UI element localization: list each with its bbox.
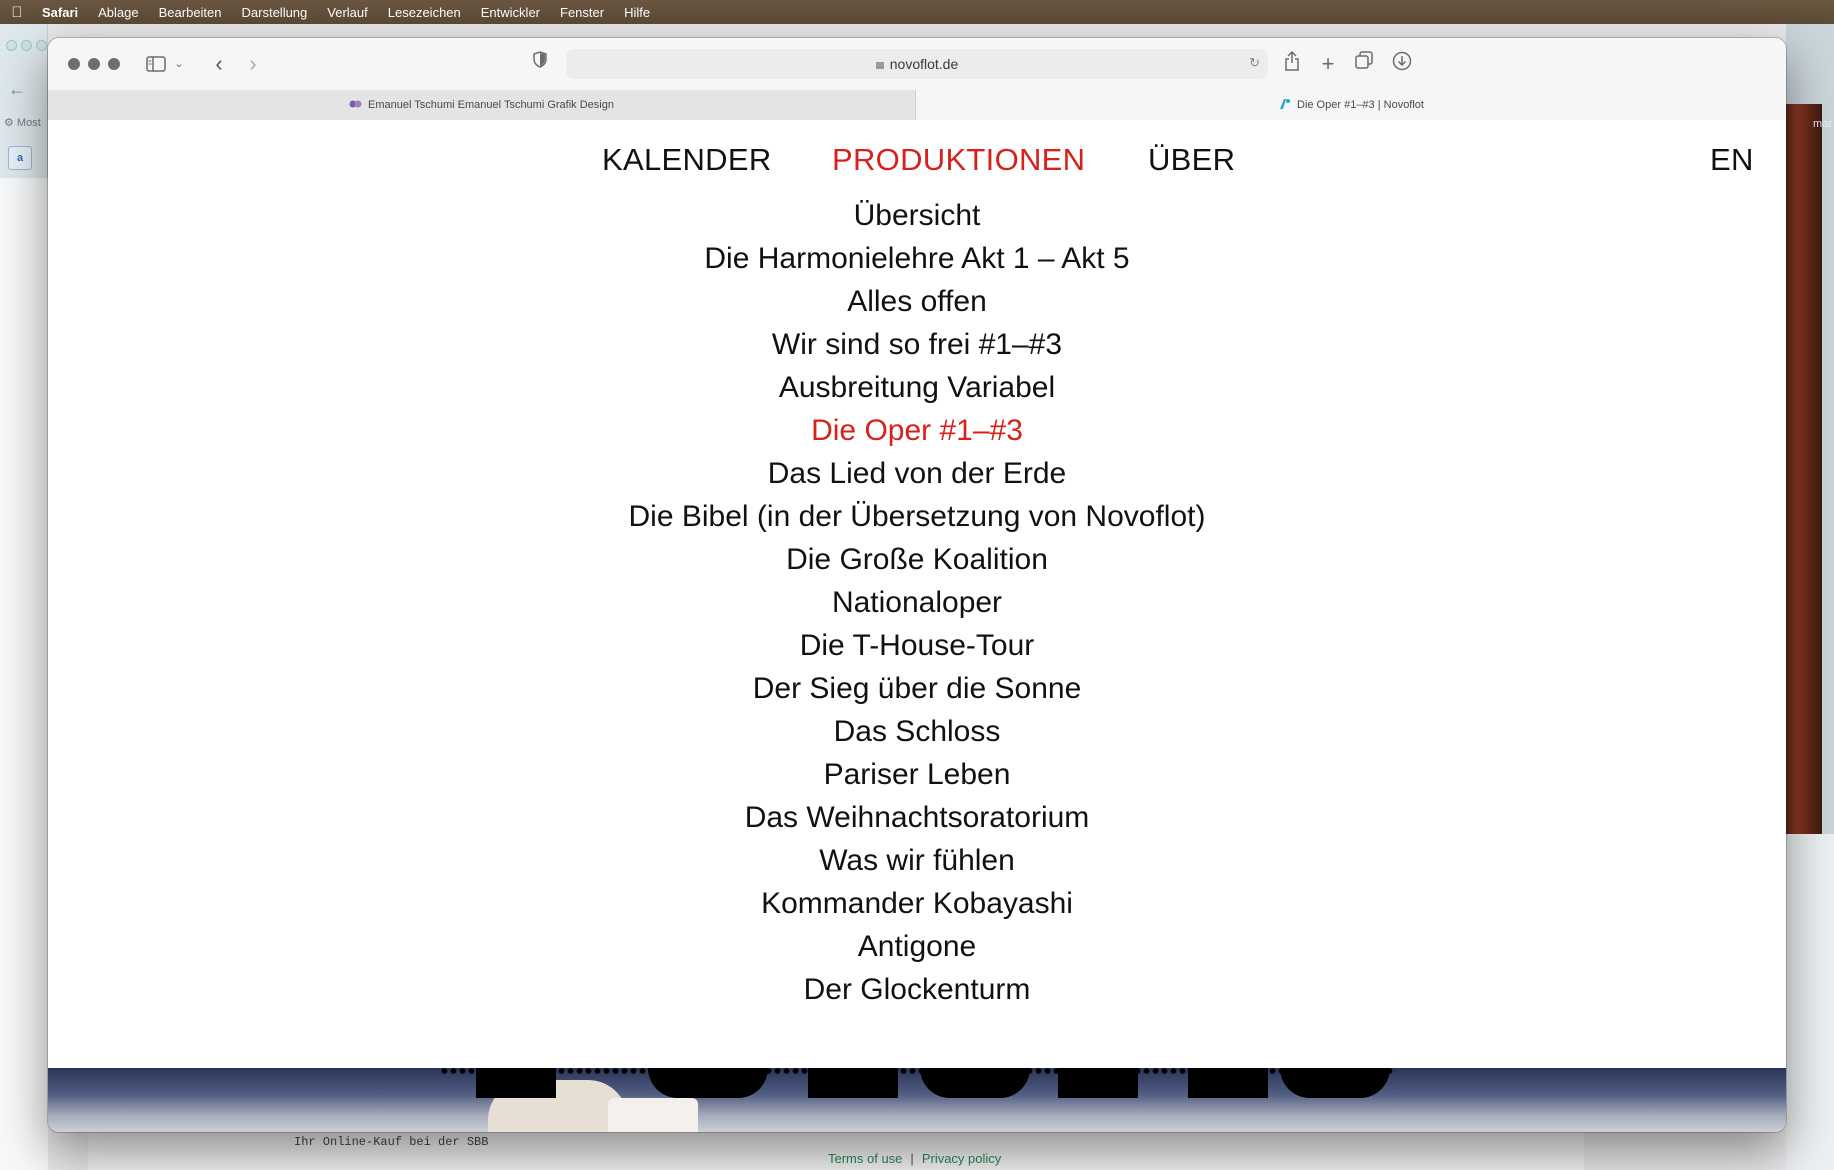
production-link[interactable]: Alles offen <box>48 280 1786 323</box>
menu-darstellung[interactable]: Darstellung <box>232 5 318 20</box>
menu-safari[interactable]: Safari <box>34 5 88 20</box>
footer-separator: | <box>910 1151 914 1166</box>
address-bar[interactable]: novoflot.de ↻ <box>566 49 1268 79</box>
site-navigation: KALENDER PRODUKTIONEN ÜBER EN <box>48 142 1786 182</box>
downloads-icon[interactable] <box>1390 51 1414 77</box>
background-window-left-edge: ← ⚙ Most a <box>0 24 48 1170</box>
production-link[interactable]: Der Glockenturm <box>48 968 1786 1011</box>
back-arrow-icon[interactable]: ← <box>8 79 26 100</box>
url-text: novoflot.de <box>566 56 1268 72</box>
menu-lesezeichen[interactable]: Lesezeichen <box>378 5 471 20</box>
background-page-content <box>1786 834 1834 1170</box>
menu-ablage[interactable]: Ablage <box>88 5 148 20</box>
production-link[interactable]: Die Bibel (in der Übersetzung von Novofl… <box>48 495 1786 538</box>
macos-menubar:  Safari Ablage Bearbeiten Darstellung V… <box>0 0 1834 24</box>
background-page-content <box>0 178 48 1170</box>
tab-overview-icon[interactable] <box>1352 51 1376 77</box>
background-page-footer: Ihr Online-Kauf bei der SBB Terms of use… <box>88 1126 1584 1170</box>
background-window-right-edge: mar <box>1786 24 1834 1170</box>
novoflot-logo-icon <box>1278 92 1291 109</box>
menu-bearbeiten[interactable]: Bearbeiten <box>149 5 232 20</box>
chevron-down-icon[interactable]: ⌄ <box>172 51 186 77</box>
menu-entwickler[interactable]: Entwickler <box>471 5 550 20</box>
close-window-button[interactable] <box>68 58 80 70</box>
background-traffic-lights <box>6 40 47 51</box>
production-link[interactable]: Die T-House-Tour <box>48 624 1786 667</box>
nav-kalender[interactable]: KALENDER <box>602 142 772 178</box>
forward-button[interactable]: › <box>242 51 264 77</box>
tab-die-oper-novoflot[interactable]: Die Oper #1–#3 | Novoflot <box>916 90 1786 120</box>
background-text-snippet: mar <box>1813 118 1832 130</box>
new-tab-icon[interactable]: + <box>1316 51 1340 77</box>
production-link[interactable]: Die Große Koalition <box>48 538 1786 581</box>
safari-window: ⌄ ‹ › novoflot.de ↻ + Emanuel Tschumi Em… <box>48 38 1786 1132</box>
background-photo <box>1786 104 1822 834</box>
footer-links: Terms of use | Privacy policy <box>828 1151 1001 1166</box>
production-link[interactable]: Das Schloss <box>48 710 1786 753</box>
sidebar-toggle-icon[interactable] <box>144 51 168 77</box>
tab-emanuel-tschumi[interactable]: Emanuel Tschumi Emanuel Tschumi Grafik D… <box>48 90 916 120</box>
production-link[interactable]: Kommander Kobayashi <box>48 882 1786 925</box>
production-link[interactable]: Was wir fühlen <box>48 839 1786 882</box>
nav-ueber[interactable]: ÜBER <box>1148 142 1235 178</box>
menu-verlauf[interactable]: Verlauf <box>317 5 377 20</box>
performer-photo-detail <box>608 1098 698 1132</box>
production-link[interactable]: Das Lied von der Erde <box>48 452 1786 495</box>
translate-icon[interactable]: a <box>8 146 32 170</box>
production-link-active[interactable]: Die Oper #1–#3 <box>48 409 1786 452</box>
sbb-footer-text: Ihr Online-Kauf bei der SBB <box>294 1135 489 1149</box>
production-link[interactable]: Antigone <box>48 925 1786 968</box>
reload-icon[interactable]: ↻ <box>1249 55 1260 71</box>
window-traffic-lights <box>68 58 120 70</box>
apple-menu-icon[interactable]:  <box>0 4 34 21</box>
privacy-policy-link[interactable]: Privacy policy <box>922 1151 1001 1166</box>
menu-fenster[interactable]: Fenster <box>550 5 614 20</box>
lock-icon <box>875 62 884 69</box>
dotted-divider <box>440 1068 1396 1074</box>
production-link[interactable]: Pariser Leben <box>48 753 1786 796</box>
minimize-window-button[interactable] <box>88 58 100 70</box>
tab-bar: Emanuel Tschumi Emanuel Tschumi Grafik D… <box>48 90 1786 120</box>
most-visited-snippet: ⚙ Most <box>4 117 41 129</box>
web-page: KALENDER PRODUKTIONEN ÜBER EN Übersicht … <box>48 120 1786 1068</box>
production-link[interactable]: Der Sieg über die Sonne <box>48 667 1786 710</box>
language-switch-en[interactable]: EN <box>1710 142 1754 178</box>
hero-photo <box>48 1068 1786 1132</box>
production-link[interactable]: Die Harmonielehre Akt 1 – Akt 5 <box>48 237 1786 280</box>
production-link[interactable]: Das Weihnachtsoratorium <box>48 796 1786 839</box>
production-link[interactable]: Ausbreitung Variabel <box>48 366 1786 409</box>
terms-of-use-link[interactable]: Terms of use <box>828 1151 902 1166</box>
productions-submenu: Übersicht Die Harmonielehre Akt 1 – Akt … <box>48 194 1786 1011</box>
production-link[interactable]: Nationaloper <box>48 581 1786 624</box>
zoom-window-button[interactable] <box>108 58 120 70</box>
browser-toolbar: ⌄ ‹ › novoflot.de ↻ + <box>48 38 1786 90</box>
nav-produktionen[interactable]: PRODUKTIONEN <box>832 142 1085 178</box>
production-link-uebersicht[interactable]: Übersicht <box>48 194 1786 237</box>
share-icon[interactable] <box>1280 50 1304 77</box>
back-button[interactable]: ‹ <box>208 51 230 77</box>
purple-emblem-icon <box>349 92 362 108</box>
menu-hilfe[interactable]: Hilfe <box>614 5 660 20</box>
privacy-shield-icon[interactable] <box>528 51 552 77</box>
production-link[interactable]: Wir sind so frei #1–#3 <box>48 323 1786 366</box>
